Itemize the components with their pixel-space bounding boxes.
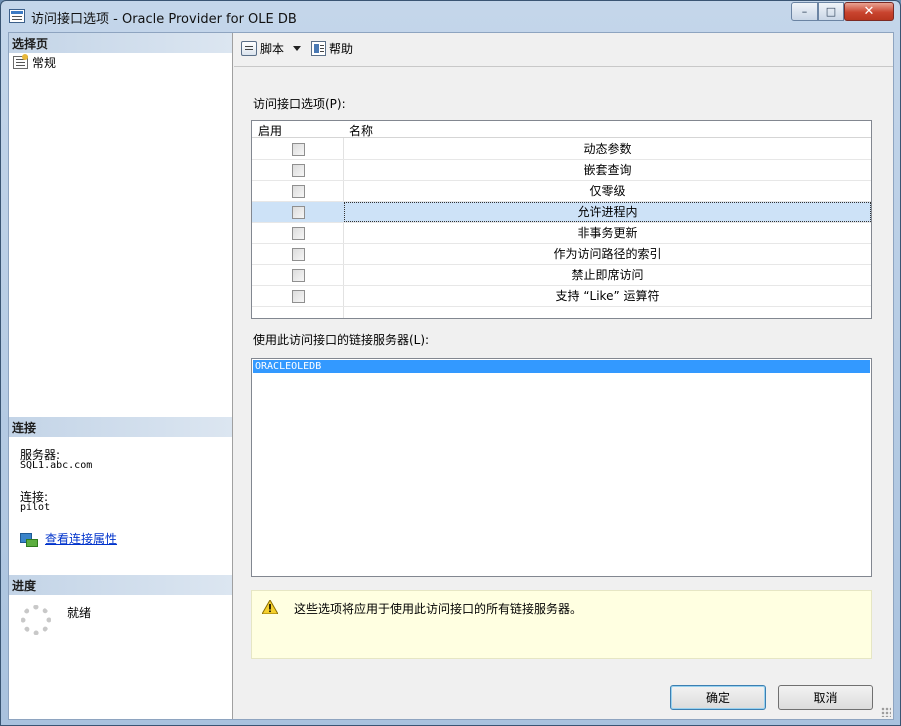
help-button[interactable]: 帮助 — [311, 40, 353, 57]
option-name: 支持 “Like” 运算符 — [555, 289, 660, 303]
linked-servers-list[interactable]: ORACLEOLEDB — [251, 358, 872, 577]
warning-icon — [262, 600, 278, 614]
script-button[interactable]: 脚本 — [241, 40, 302, 57]
progress-spinner-icon — [21, 605, 51, 635]
page-settings-icon — [13, 54, 28, 69]
provider-options-label: 访问接口选项(P): — [253, 97, 346, 111]
option-row[interactable]: 仅零级 — [252, 181, 871, 202]
option-checkbox[interactable] — [292, 248, 305, 261]
left-pane: 选择页 常规 连接 服务器: SQL1.abc.com 连接: pilot 查看… — [9, 33, 233, 719]
view-connection-properties[interactable]: 查看连接属性 — [20, 530, 117, 547]
app-window-icon — [9, 9, 25, 23]
option-checkbox[interactable] — [292, 269, 305, 282]
option-name: 作为访问路径的索引 — [553, 247, 662, 261]
page-item-general[interactable]: 常规 — [13, 54, 56, 71]
info-bar: 这些选项将应用于使用此访问接口的所有链接服务器。 — [251, 590, 872, 659]
progress-status: 就绪 — [67, 606, 92, 620]
option-name: 嵌套查询 — [583, 163, 632, 177]
help-icon — [311, 41, 326, 56]
title-bar[interactable]: 访问接口选项 - Oracle Provider for OLE DB – □ … — [1, 1, 900, 31]
cancel-button[interactable]: 取消 — [778, 685, 873, 710]
column-header-enabled[interactable]: 启用 — [258, 122, 282, 139]
option-checkbox[interactable] — [292, 143, 305, 156]
maximize-button[interactable]: □ — [818, 2, 844, 21]
help-label: 帮助 — [329, 42, 354, 56]
script-icon — [241, 41, 257, 56]
chevron-down-icon[interactable] — [293, 46, 302, 51]
connection-properties-icon — [20, 532, 38, 547]
dialog-client-area: 选择页 常规 连接 服务器: SQL1.abc.com 连接: pilot 查看… — [8, 32, 894, 720]
option-row[interactable]: 嵌套查询 — [252, 160, 871, 181]
option-name: 动态参数 — [583, 142, 632, 156]
option-name: 非事务更新 — [577, 226, 638, 240]
option-row[interactable]: 禁止即席访问 — [252, 265, 871, 286]
option-checkbox[interactable] — [292, 206, 305, 219]
option-row[interactable]: 支持 “Like” 运算符 — [252, 286, 871, 307]
option-checkbox[interactable] — [292, 164, 305, 177]
window-title: 访问接口选项 - Oracle Provider for OLE DB — [31, 12, 297, 27]
close-button[interactable]: ✕ — [844, 2, 894, 21]
dialog-window: 访问接口选项 - Oracle Provider for OLE DB – □ … — [0, 0, 901, 726]
view-connection-properties-link[interactable]: 查看连接属性 — [45, 530, 117, 547]
option-row[interactable]: 作为访问路径的索引 — [252, 244, 871, 265]
grid-header: 启用 名称 — [252, 121, 871, 138]
connection-header: 连接 — [9, 417, 232, 437]
script-label: 脚本 — [260, 42, 285, 56]
column-header-name[interactable]: 名称 — [349, 122, 373, 139]
linked-servers-label: 使用此访问接口的链接服务器(L): — [253, 333, 430, 347]
server-value: SQL1.abc.com — [20, 460, 93, 471]
option-checkbox[interactable] — [292, 227, 305, 240]
toolbar: 脚本 帮助 — [234, 33, 893, 67]
option-name: 仅零级 — [589, 184, 626, 198]
option-checkbox[interactable] — [292, 185, 305, 198]
provider-options-grid: 启用 名称 动态参数 嵌套查询 仅零级 允许进程内 非事务更新 作为访问路径的索… — [251, 120, 872, 319]
list-item[interactable]: ORACLEOLEDB — [253, 360, 870, 373]
info-text: 这些选项将应用于使用此访问接口的所有链接服务器。 — [294, 602, 583, 616]
select-page-header: 选择页 — [9, 33, 232, 53]
option-row-selected[interactable]: 允许进程内 — [252, 202, 871, 223]
connection-value: pilot — [20, 502, 51, 513]
option-name: 禁止即席访问 — [571, 268, 644, 282]
ok-button[interactable]: 确定 — [670, 685, 766, 710]
option-row[interactable]: 动态参数 — [252, 139, 871, 160]
progress-header: 进度 — [9, 575, 232, 595]
option-name: 允许进程内 — [344, 202, 871, 222]
page-item-label: 常规 — [32, 56, 57, 70]
minimize-button[interactable]: – — [791, 2, 818, 21]
option-checkbox[interactable] — [292, 290, 305, 303]
option-row[interactable]: 非事务更新 — [252, 223, 871, 244]
resize-grip[interactable] — [881, 707, 891, 717]
